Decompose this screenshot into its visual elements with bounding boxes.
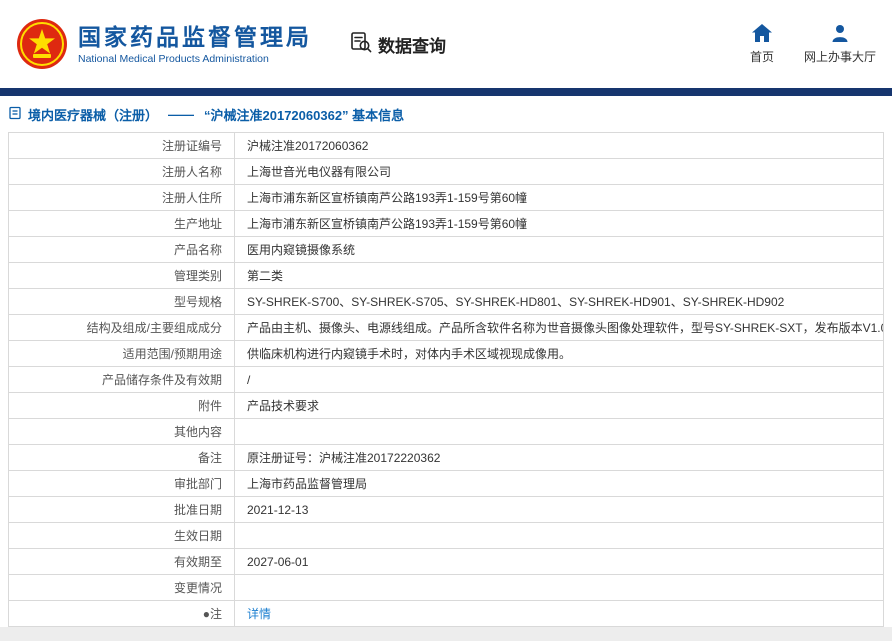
row-value: SY-SHREK-S700、SY-SHREK-S705、SY-SHREK-HD8… (234, 288, 884, 315)
breadcrumb-title: “沪械注准20172060362” 基本信息 (204, 108, 405, 123)
row-label: 备注 (8, 444, 235, 471)
top-nav: 首页 网上办事大厅 (749, 23, 876, 65)
footer-strip (0, 627, 892, 641)
row-value (234, 418, 884, 445)
table-row: 适用范围/预期用途 供临床机构进行内窥镜手术时，对体内手术区域视现成像用。 (8, 340, 884, 367)
breadcrumb: 境内医疗器械（注册） —— “沪械注准20172060362” 基本信息 (0, 96, 892, 132)
row-label: 审批部门 (8, 470, 235, 497)
row-label: 型号规格 (8, 288, 235, 315)
row-value: 2027-06-01 (234, 548, 884, 575)
table-row: 生产地址 上海市浦东新区宣桥镇南芦公路193弄1-159号第60幢 (8, 210, 884, 237)
row-value: 原注册证号：沪械注准20172220362 (234, 444, 884, 471)
row-value (234, 574, 884, 601)
table-row: 管理类别 第二类 (8, 262, 884, 289)
row-value: 上海市浦东新区宣桥镇南芦公路193弄1-159号第60幢 (234, 184, 884, 211)
table-row: 注册人住所 上海市浦东新区宣桥镇南芦公路193弄1-159号第60幢 (8, 184, 884, 211)
data-query-icon (350, 31, 372, 58)
nav-home[interactable]: 首页 (749, 23, 774, 65)
row-value: 上海世音光电仪器有限公司 (234, 158, 884, 185)
row-label: 注册人名称 (8, 158, 235, 185)
row-label: 管理类别 (8, 262, 235, 289)
table-row: 变更情况 (8, 574, 884, 601)
home-icon (751, 23, 772, 45)
row-value: / (234, 366, 884, 393)
section-title-label: 数据查询 (378, 36, 446, 56)
row-value: 医用内窥镜摄像系统 (234, 236, 884, 263)
org-name-cn: 国家药品监督管理局 (78, 23, 312, 50)
org-name-en: National Medical Products Administration (78, 53, 269, 66)
breadcrumb-dash: —— (168, 107, 195, 122)
row-label: 产品名称 (8, 236, 235, 263)
section-title: 数据查询 (350, 31, 446, 58)
row-label: 变更情况 (8, 574, 235, 601)
row-value: 供临床机构进行内窥镜手术时，对体内手术区域视现成像用。 (234, 340, 884, 367)
row-value: 详情 (234, 600, 884, 627)
row-value: 第二类 (234, 262, 884, 289)
table-row: 注册人名称 上海世音光电仪器有限公司 (8, 158, 884, 185)
table-row: 备注 原注册证号：沪械注准20172220362 (8, 444, 884, 471)
user-icon (831, 24, 849, 45)
row-label: 生产地址 (8, 210, 235, 237)
table-row: 生效日期 (8, 522, 884, 549)
table-row: 审批部门 上海市药品监督管理局 (8, 470, 884, 497)
row-value: 2021-12-13 (234, 496, 884, 523)
table-row: 型号规格 SY-SHREK-S700、SY-SHREK-S705、SY-SHREK… (8, 288, 884, 315)
table-row: ●注 详情 (8, 600, 884, 627)
row-label: 产品储存条件及有效期 (8, 366, 235, 393)
row-value: 上海市浦东新区宣桥镇南芦公路193弄1-159号第60幢 (234, 210, 884, 237)
nav-home-label: 首页 (749, 49, 774, 64)
row-label: 适用范围/预期用途 (8, 340, 235, 367)
row-label: 批准日期 (8, 496, 235, 523)
row-label: 注册人住所 (8, 184, 235, 211)
row-label: 注册证编号 (8, 132, 235, 159)
table-row: 其他内容 (8, 418, 884, 445)
table-row: 附件 产品技术要求 (8, 392, 884, 419)
table-row: 结构及组成/主要组成成分 产品由主机、摄像头、电源线组成。产品所含软件名称为世音摄… (8, 314, 884, 341)
row-value: 产品技术要求 (234, 392, 884, 419)
table-row: 产品储存条件及有效期 / (8, 366, 884, 393)
national-emblem-logo (16, 18, 68, 70)
row-label: ●注 (8, 600, 235, 627)
row-value: 上海市药品监督管理局 (234, 470, 884, 497)
detail-link[interactable]: 详情 (247, 607, 271, 621)
page-header: 国家药品监督管理局 National Medical Products Admi… (0, 0, 892, 88)
table-row: 有效期至 2027-06-01 (8, 548, 884, 575)
document-icon (8, 106, 22, 123)
breadcrumb-category[interactable]: 境内医疗器械（注册） (28, 105, 158, 124)
row-value: 产品由主机、摄像头、电源线组成。产品所含软件名称为世音摄像头图像处理软件，型号S… (234, 314, 884, 341)
registration-info-table: 注册证编号 沪械注准20172060362 注册人名称 上海世音光电仪器有限公司 注册人… (8, 132, 884, 627)
row-label: 附件 (8, 392, 235, 419)
org-names: 国家药品监督管理局 National Medical Products Admi… (78, 23, 312, 66)
table-row: 产品名称 医用内窥镜摄像系统 (8, 236, 884, 263)
row-label: 其他内容 (8, 418, 235, 445)
header-divider-bar (0, 88, 892, 96)
row-value: 沪械注准20172060362 (234, 132, 884, 159)
row-value (234, 522, 884, 549)
row-label: 有效期至 (8, 548, 235, 575)
table-row: 注册证编号 沪械注准20172060362 (8, 132, 884, 159)
row-label: 结构及组成/主要组成成分 (8, 314, 235, 341)
table-row: 批准日期 2021-12-13 (8, 496, 884, 523)
row-label: 生效日期 (8, 522, 235, 549)
nav-service-hall[interactable]: 网上办事大厅 (804, 24, 876, 65)
nav-service-hall-label: 网上办事大厅 (803, 49, 876, 64)
